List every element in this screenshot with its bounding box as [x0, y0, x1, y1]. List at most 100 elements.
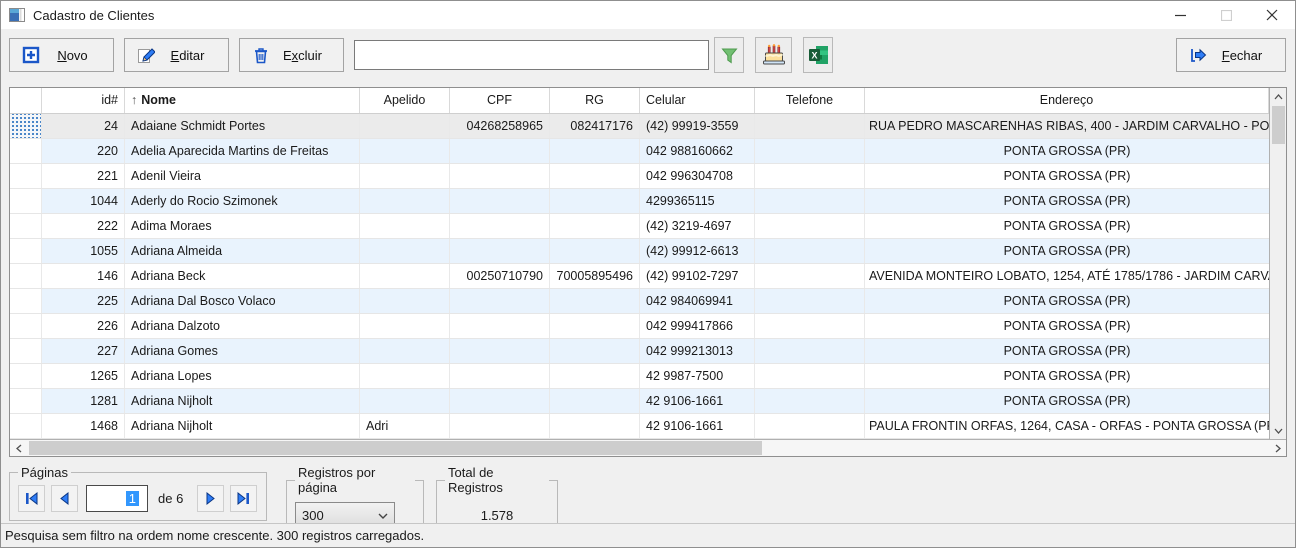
cell-endereco: PAULA FRONTIN ORFAS, 1264, CASA - ORFAS …	[865, 414, 1269, 438]
add-record-icon	[22, 46, 40, 64]
cell-telefone	[755, 289, 865, 313]
cell-celular: 42 9106-1661	[640, 414, 755, 438]
row-selector[interactable]	[10, 164, 42, 188]
edit-pencil-icon	[137, 46, 155, 64]
cell-endereco: PONTA GROSSA (PR)	[865, 164, 1269, 188]
scroll-right-icon[interactable]	[1269, 440, 1286, 457]
cell-rg	[550, 164, 640, 188]
table-row[interactable]: 1281 Adriana Nijholt 42 9106-1661 PONTA …	[10, 389, 1269, 414]
last-page-button[interactable]	[230, 485, 257, 512]
export-excel-button[interactable]: X	[803, 37, 833, 73]
cell-endereco: PONTA GROSSA (PR)	[865, 314, 1269, 338]
row-selector[interactable]	[10, 314, 42, 338]
cell-telefone	[755, 114, 865, 138]
cell-apelido	[360, 139, 450, 163]
customers-grid: id# ↑Nome Apelido CPF RG Celular Telefon…	[9, 87, 1287, 457]
row-selector[interactable]	[10, 364, 42, 388]
column-header-celular[interactable]: Celular	[640, 88, 755, 113]
column-header-nome[interactable]: ↑Nome	[125, 88, 360, 113]
table-row[interactable]: 220 Adelia Aparecida Martins de Freitas …	[10, 139, 1269, 164]
cell-rg: 70005895496	[550, 264, 640, 288]
cell-cpf	[450, 339, 550, 363]
cell-id: 225	[42, 289, 125, 313]
row-selector[interactable]	[10, 114, 42, 138]
pages-group-label: Páginas	[18, 465, 71, 480]
horizontal-scroll-thumb[interactable]	[29, 441, 762, 455]
column-header-rg[interactable]: RG	[550, 88, 640, 113]
cell-endereco: AVENIDA MONTEIRO LOBATO, 1254, ATÉ 1785/…	[865, 264, 1269, 288]
table-row[interactable]: 221 Adenil Vieira 042 996304708 PONTA GR…	[10, 164, 1269, 189]
scroll-left-icon[interactable]	[10, 440, 27, 457]
total-records-group: Total de Registros 1.578	[436, 465, 558, 532]
table-row[interactable]: 226 Adriana Dalzoto 042 999417866 PONTA …	[10, 314, 1269, 339]
page-number-input[interactable]: 1	[86, 485, 148, 512]
cell-nome: Adriana Lopes	[125, 364, 360, 388]
minimize-button[interactable]	[1157, 1, 1203, 29]
table-row[interactable]: 1468 Adriana Nijholt Adri 42 9106-1661 P…	[10, 414, 1269, 439]
close-button[interactable]	[1249, 1, 1295, 29]
table-row[interactable]: 222 Adima Moraes (42) 3219-4697 PONTA GR…	[10, 214, 1269, 239]
cell-endereco: PONTA GROSSA (PR)	[865, 389, 1269, 413]
vertical-scroll-thumb[interactable]	[1272, 106, 1285, 144]
cell-apelido: Adri	[360, 414, 450, 438]
first-page-button[interactable]	[18, 485, 45, 512]
table-row[interactable]: 24 Adaiane Schmidt Portes 04268258965 08…	[10, 114, 1269, 139]
horizontal-scroll-track[interactable]	[27, 440, 1269, 456]
column-header-endereco[interactable]: Endereço	[865, 88, 1269, 113]
row-selector[interactable]	[10, 289, 42, 313]
birthdays-button[interactable]	[755, 37, 792, 73]
pages-group: Páginas 1 de 6	[9, 465, 267, 521]
row-selector[interactable]	[10, 139, 42, 163]
vertical-scrollbar[interactable]	[1269, 88, 1286, 439]
previous-page-button[interactable]	[51, 485, 78, 512]
cell-id: 1281	[42, 389, 125, 413]
row-selector[interactable]	[10, 414, 42, 438]
cell-apelido	[360, 389, 450, 413]
cell-endereco: PONTA GROSSA (PR)	[865, 239, 1269, 263]
cell-id: 1265	[42, 364, 125, 388]
cell-nome: Adriana Dal Bosco Volaco	[125, 289, 360, 313]
column-header-apelido[interactable]: Apelido	[360, 88, 450, 113]
search-input[interactable]	[354, 40, 709, 70]
cell-nome: Adriana Nijholt	[125, 389, 360, 413]
cell-nome: Adriana Beck	[125, 264, 360, 288]
cell-telefone	[755, 314, 865, 338]
horizontal-scrollbar[interactable]	[10, 439, 1286, 456]
next-page-button[interactable]	[197, 485, 224, 512]
scroll-down-icon[interactable]	[1270, 422, 1287, 439]
column-header-id[interactable]: id#	[42, 88, 125, 113]
row-selector[interactable]	[10, 189, 42, 213]
cell-id: 1468	[42, 414, 125, 438]
filter-button[interactable]	[714, 37, 744, 73]
cell-cpf	[450, 189, 550, 213]
close-form-button[interactable]: Fechar	[1176, 38, 1286, 72]
table-row[interactable]: 227 Adriana Gomes 042 999213013 PONTA GR…	[10, 339, 1269, 364]
new-button[interactable]: Novo	[9, 38, 114, 72]
table-row[interactable]: 225 Adriana Dal Bosco Volaco 042 9840699…	[10, 289, 1269, 314]
column-header-cpf[interactable]: CPF	[450, 88, 550, 113]
cell-apelido	[360, 189, 450, 213]
cell-apelido	[360, 264, 450, 288]
svg-text:X: X	[811, 51, 817, 61]
cell-cpf	[450, 364, 550, 388]
row-selector[interactable]	[10, 264, 42, 288]
row-selector[interactable]	[10, 339, 42, 363]
cell-nome: Adriana Gomes	[125, 339, 360, 363]
cell-celular: 042 999417866	[640, 314, 755, 338]
scroll-up-icon[interactable]	[1270, 88, 1287, 105]
table-row[interactable]: 1044 Aderly do Rocio Szimonek 4299365115…	[10, 189, 1269, 214]
row-selector[interactable]	[10, 389, 42, 413]
delete-button[interactable]: Excluir	[239, 38, 344, 72]
row-selector[interactable]	[10, 214, 42, 238]
row-selector[interactable]	[10, 239, 42, 263]
grid-header-row: id# ↑Nome Apelido CPF RG Celular Telefon…	[10, 88, 1269, 114]
cell-cpf	[450, 389, 550, 413]
edit-button[interactable]: Editar	[124, 38, 229, 72]
table-row[interactable]: 1265 Adriana Lopes 42 9987-7500 PONTA GR…	[10, 364, 1269, 389]
column-header-telefone[interactable]: Telefone	[755, 88, 865, 113]
cell-apelido	[360, 289, 450, 313]
grid-body: 24 Adaiane Schmidt Portes 04268258965 08…	[10, 114, 1269, 439]
cell-id: 226	[42, 314, 125, 338]
table-row[interactable]: 1055 Adriana Almeida (42) 99912-6613 PON…	[10, 239, 1269, 264]
table-row[interactable]: 146 Adriana Beck 00250710790 70005895496…	[10, 264, 1269, 289]
